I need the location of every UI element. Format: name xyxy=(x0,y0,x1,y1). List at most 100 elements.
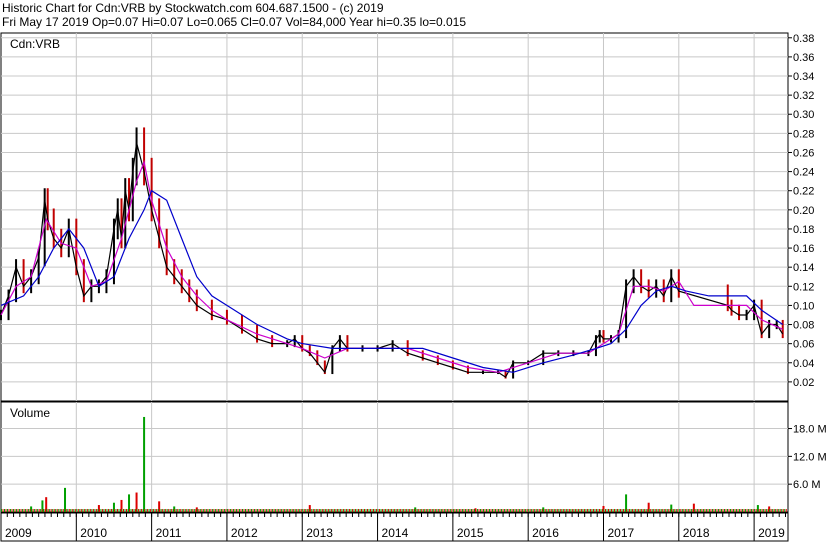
volume-baseline-bar xyxy=(552,509,554,512)
volume-baseline-bar xyxy=(269,509,271,512)
volume-baseline-bar xyxy=(522,509,524,512)
volume-baseline-bar xyxy=(446,509,448,512)
volume-baseline-bar xyxy=(543,509,545,512)
volume-baseline-bar xyxy=(597,509,599,512)
volume-baseline-bar xyxy=(680,509,682,512)
volume-baseline-bar xyxy=(397,509,399,512)
volume-baseline-bar xyxy=(449,509,451,512)
price-y-tick-label: 0.26 xyxy=(793,147,814,159)
volume-baseline-bar xyxy=(412,509,414,512)
volume-baseline-bar xyxy=(540,509,542,512)
volume-baseline-bar xyxy=(556,509,558,512)
volume-baseline-bar xyxy=(576,509,578,512)
volume-baseline-bar xyxy=(317,509,319,512)
volume-baseline-bar xyxy=(519,509,521,512)
volume-baseline-bar xyxy=(245,509,247,512)
volume-baseline-bar xyxy=(225,509,227,512)
volume-baseline-bar xyxy=(59,509,61,512)
volume-baseline-bar xyxy=(169,509,171,512)
volume-baseline-bar xyxy=(311,509,313,512)
volume-baseline-bar xyxy=(730,509,732,512)
volume-baseline-bar xyxy=(659,509,661,512)
volume-baseline-bar xyxy=(282,509,284,512)
volume-baseline-bar xyxy=(181,509,183,512)
volume-baseline-bar xyxy=(159,509,161,512)
volume-baseline-bar xyxy=(220,509,222,512)
price-y-tick-label: 0.20 xyxy=(793,205,814,217)
volume-baseline-bar xyxy=(231,509,233,512)
volume-baseline-bar xyxy=(490,509,492,512)
volume-baseline-bar xyxy=(178,509,180,512)
volume-baseline-bar xyxy=(189,509,191,512)
volume-baseline-bar xyxy=(498,509,500,512)
volume-baseline-bar xyxy=(291,509,293,512)
volume-baseline-bar xyxy=(606,509,608,512)
volume-baseline-bar xyxy=(145,509,147,512)
volume-baseline-bar xyxy=(62,509,64,512)
volume-baseline-bar xyxy=(383,509,385,512)
volume-baseline-bar xyxy=(279,509,281,512)
volume-baseline-bar xyxy=(332,509,334,512)
volume-baseline-bar xyxy=(442,509,444,512)
volume-y-tick-label: 18.0 M xyxy=(793,424,827,436)
x-axis-year-label: 2014 xyxy=(382,526,409,540)
volume-baseline-bar xyxy=(335,509,337,512)
volume-baseline-bar xyxy=(776,509,778,512)
volume-baseline-bar xyxy=(285,509,287,512)
volume-baseline-bar xyxy=(541,509,543,512)
price-y-tick-label: 0.22 xyxy=(793,186,814,198)
volume-baseline-bar xyxy=(755,509,757,512)
volume-baseline-bar xyxy=(666,509,668,512)
volume-baseline-bar xyxy=(123,509,125,512)
volume-baseline-bar xyxy=(154,509,156,512)
volume-baseline-bar xyxy=(473,509,475,512)
volume-baseline-bar xyxy=(261,509,263,512)
volume-baseline-bar xyxy=(731,509,733,512)
volume-baseline-bar xyxy=(198,509,200,512)
volume-baseline-bar xyxy=(696,509,698,512)
volume-baseline-bar xyxy=(460,509,462,512)
volume-baseline-bar xyxy=(336,509,338,512)
volume-baseline-bar xyxy=(779,509,781,512)
volume-baseline-bar xyxy=(246,509,248,512)
volume-baseline-bar xyxy=(385,509,387,512)
volume-baseline-bar xyxy=(523,509,525,512)
volume-baseline-bar xyxy=(284,509,286,512)
volume-baseline-bar xyxy=(119,509,121,512)
volume-baseline-bar xyxy=(351,509,353,512)
price-y-tick-label: 0.10 xyxy=(793,300,814,312)
volume-baseline-bar xyxy=(705,509,707,512)
volume-baseline-bar xyxy=(91,509,93,512)
volume-baseline-bar xyxy=(136,509,138,512)
volume-baseline-bar xyxy=(360,509,362,512)
volume-baseline-bar xyxy=(163,509,165,512)
volume-baseline-bar xyxy=(103,509,105,512)
volume-baseline-bar xyxy=(23,509,25,512)
volume-baseline-bar xyxy=(190,509,192,512)
volume-baseline-bar xyxy=(356,509,358,512)
volume-baseline-bar xyxy=(559,509,561,512)
volume-baseline-bar xyxy=(708,509,710,512)
volume-baseline-bar xyxy=(31,509,33,512)
volume-baseline-bar xyxy=(53,509,55,512)
volume-baseline-bar xyxy=(434,509,436,512)
volume-baseline-bar xyxy=(1,509,2,512)
volume-baseline-bar xyxy=(763,509,765,512)
volume-baseline-bar xyxy=(127,509,129,512)
volume-baseline-bar xyxy=(287,509,289,512)
volume-baseline-bar xyxy=(425,509,427,512)
volume-baseline-bar xyxy=(68,509,70,512)
volume-baseline-bar xyxy=(305,509,307,512)
volume-baseline-bar xyxy=(716,509,718,512)
volume-baseline-bar xyxy=(421,509,423,512)
volume-baseline-bar xyxy=(177,509,179,512)
volume-baseline-bar xyxy=(651,509,653,512)
volume-baseline-bar xyxy=(257,509,259,512)
volume-baseline-bar xyxy=(767,509,769,512)
volume-baseline-bar xyxy=(175,509,177,512)
volume-baseline-bar xyxy=(129,509,131,512)
volume-baseline-bar xyxy=(455,509,457,512)
volume-baseline-bar xyxy=(208,509,210,512)
volume-baseline-bar xyxy=(71,509,73,512)
volume-baseline-bar xyxy=(34,509,36,512)
